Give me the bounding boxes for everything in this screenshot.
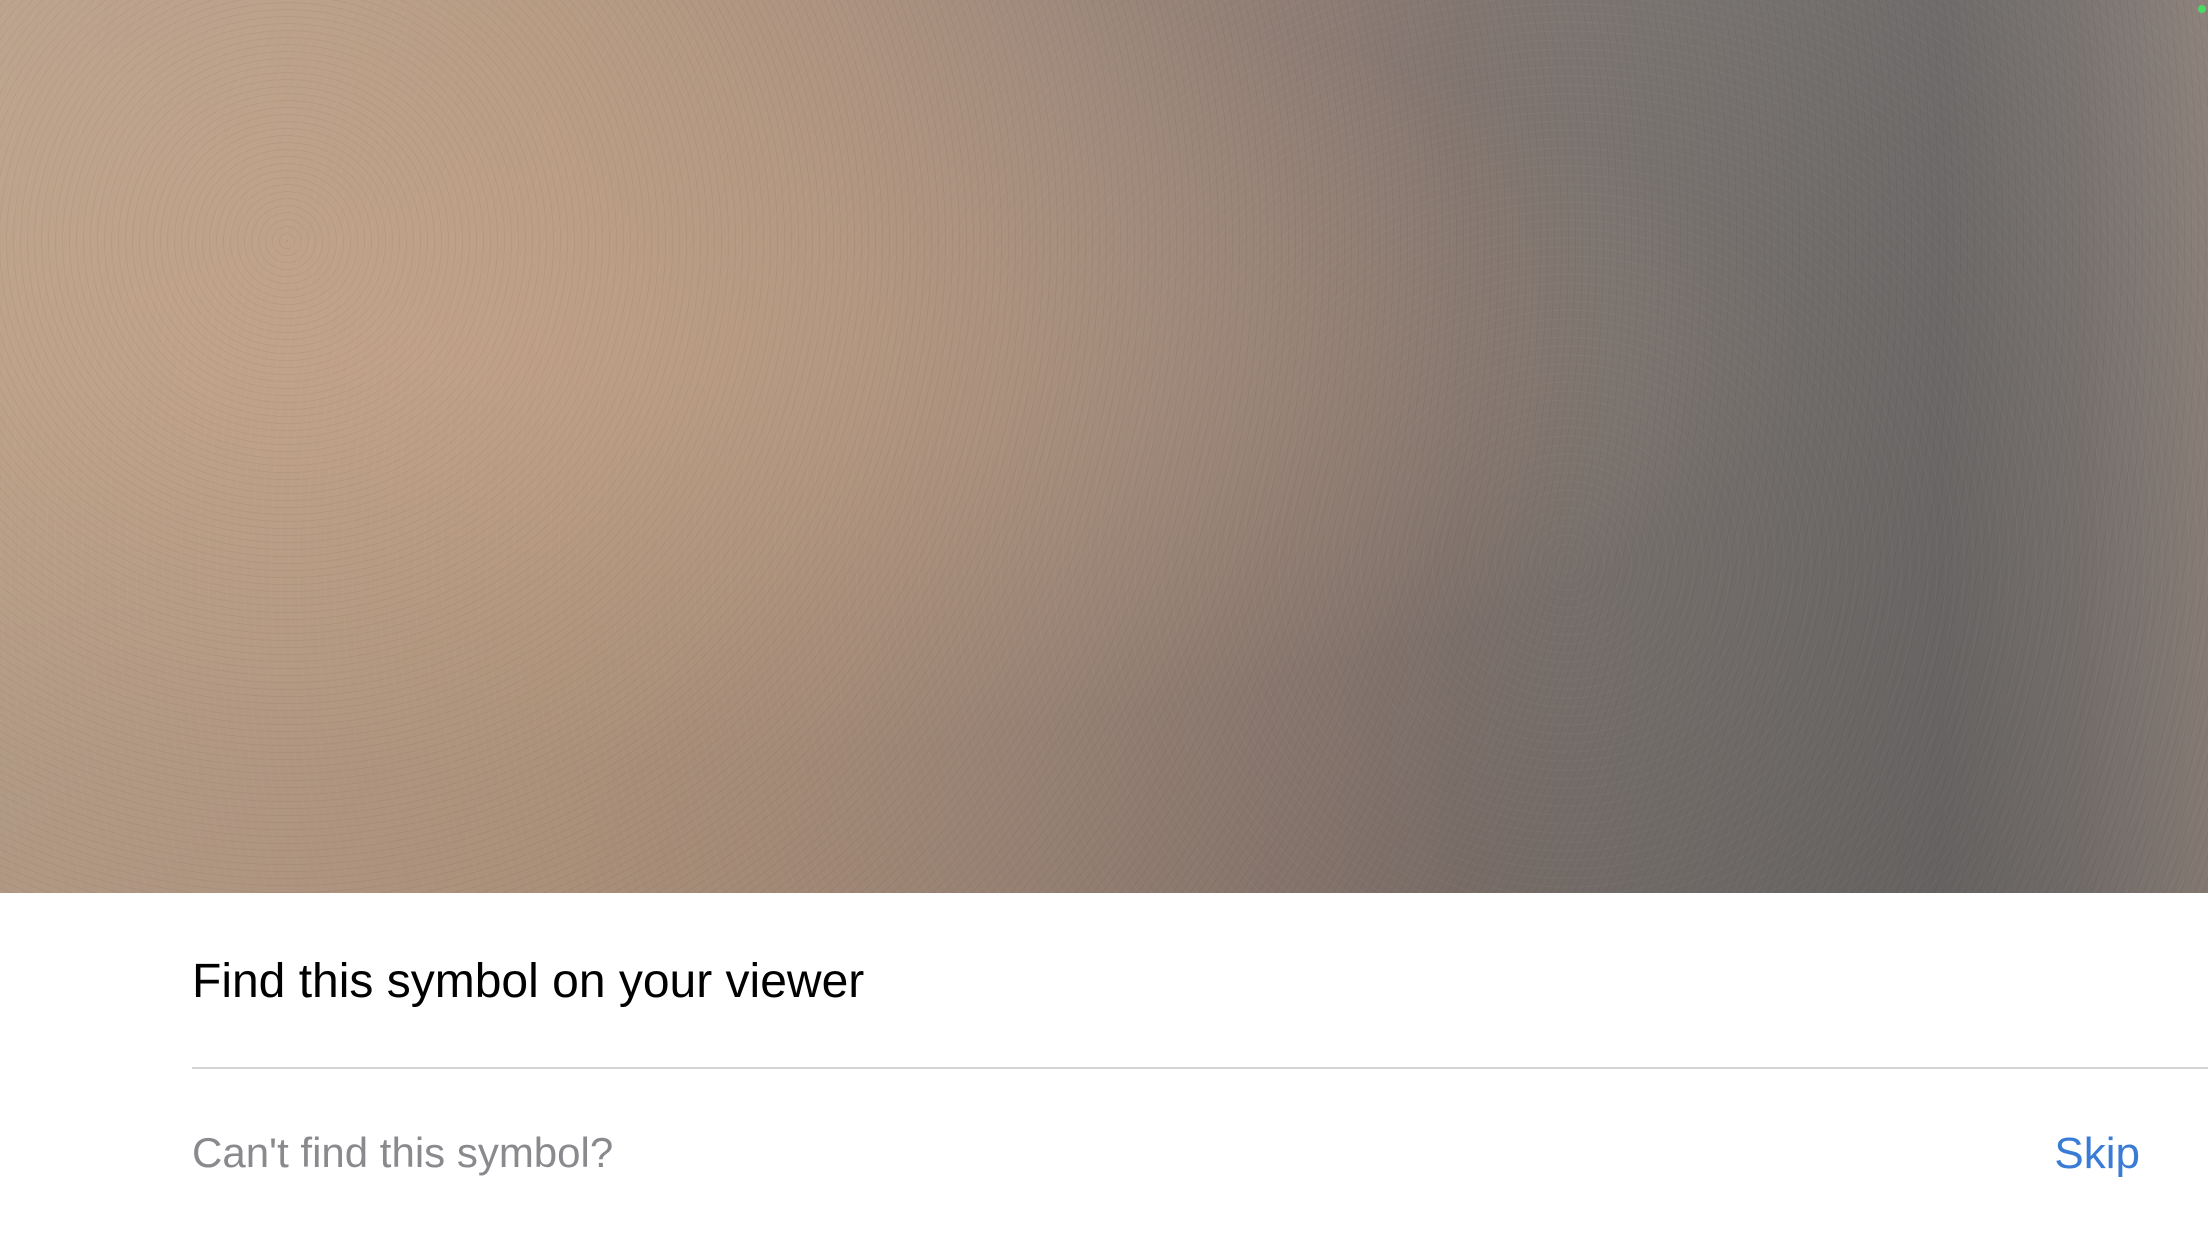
cant-find-symbol-text: Can't find this symbol? — [192, 1129, 614, 1176]
skip-button[interactable]: Skip — [2054, 1128, 2140, 1181]
camera-active-indicator-icon — [2198, 5, 2206, 13]
camera-texture — [0, 0, 2208, 893]
instruction-panel: Find this symbol on your viewer Can't fi… — [0, 893, 2208, 1242]
screen: Find this symbol on your viewer Can't fi… — [0, 0, 2208, 1242]
camera-preview — [0, 0, 2208, 893]
divider — [192, 1067, 2208, 1069]
prompt-title: Find this symbol on your viewer — [192, 955, 865, 1008]
